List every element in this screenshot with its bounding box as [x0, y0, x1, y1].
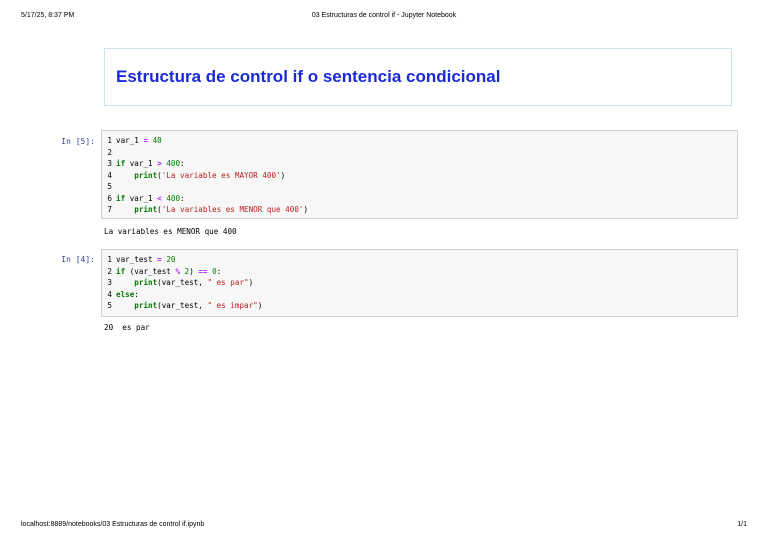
code-token: var_1: [125, 159, 158, 168]
code-line: 7 print('La variables es MENOR que 400'): [102, 204, 737, 216]
code-token: var_1: [125, 193, 158, 203]
line-number: 2: [107, 147, 112, 157]
code-token: 40: [152, 136, 162, 145]
code-line: 4 else:: [102, 289, 737, 301]
code-token: " es impar": [207, 301, 258, 310]
notebook-heading: Estructura de control if o sentencia con…: [116, 67, 501, 86]
code-token: 400: [166, 159, 181, 168]
code-cell[interactable]: 1 var_1 = 40 2 3 if var_1 > 400: 4 print('La …: [101, 130, 738, 219]
code-token: ): [189, 266, 199, 276]
code-token: if: [116, 266, 126, 276]
code-token: var_1: [116, 136, 144, 145]
line-number: 4: [107, 170, 112, 180]
code-token: if: [116, 193, 126, 203]
code-token: ): [280, 170, 286, 180]
code-token: ): [257, 301, 263, 310]
code-token: if: [116, 159, 126, 168]
line-number: 6: [107, 193, 112, 203]
code-token: :: [134, 289, 139, 299]
print-footer-page-number: 1/1: [737, 521, 747, 528]
code-line: 1 var_test = 20: [102, 254, 737, 266]
cell-output: La variables es MENOR que 400: [104, 227, 237, 236]
code-token: ): [248, 278, 254, 287]
code-token: print: [134, 205, 158, 214]
code-token: ): [303, 205, 309, 214]
cell-output: 20 es par: [104, 323, 150, 332]
line-number: 1: [107, 255, 112, 264]
print-footer-url: localhost:8889/notebooks/03 Estructuras …: [21, 521, 205, 528]
code-token: :: [180, 193, 185, 203]
code-token: 400: [166, 193, 181, 203]
code-token: var_test: [116, 255, 158, 264]
code-token: print: [134, 170, 158, 180]
code-token: (var_test,: [157, 301, 208, 310]
line-number: 2: [107, 266, 112, 276]
code-line: 2: [102, 147, 737, 159]
code-line: 6 if var_1 < 400:: [102, 193, 737, 205]
code-line: 2 if (var_test % 2) == 0:: [102, 266, 737, 278]
line-number: 5: [107, 182, 112, 191]
code-token: (var_test: [125, 266, 176, 276]
code-line: 3 if var_1 > 400:: [102, 158, 737, 170]
code-token: :: [216, 266, 222, 276]
code-line: 5 print(var_test, " es impar"): [102, 300, 737, 312]
code-token: (var_test,: [157, 278, 208, 287]
line-number: 1: [107, 136, 112, 145]
code-token: 20: [166, 255, 176, 264]
cell-prompt: In [4]:: [61, 255, 95, 264]
code-line: 5: [102, 181, 737, 193]
line-number: 5: [107, 301, 112, 310]
code-cell[interactable]: 1 var_test = 20 2 if (var_test % 2) == 0: 3 …: [101, 249, 738, 317]
code-line: 3 print(var_test, " es par"): [102, 277, 737, 289]
line-number: 3: [107, 159, 112, 168]
line-number: 3: [107, 278, 112, 287]
code-line: 1 var_1 = 40: [102, 135, 737, 147]
code-token: " es par": [207, 278, 249, 287]
code-token: print: [134, 301, 158, 310]
markdown-cell[interactable]: Estructura de control if o sentencia con…: [104, 48, 732, 106]
code-token: 'La variable es MAYOR 400': [161, 170, 281, 180]
print-header-title: 03 Estructuras de control if - Jupyter N…: [311, 12, 457, 19]
code-token: ==: [198, 266, 208, 276]
code-token: print: [134, 278, 158, 287]
line-number: 7: [107, 205, 112, 214]
code-token: 'La variables es MENOR que 400': [161, 205, 304, 214]
line-number: 4: [107, 289, 112, 299]
cell-prompt: In [5]:: [61, 137, 95, 146]
code-token: else: [116, 289, 135, 299]
code-token: :: [180, 159, 185, 168]
code-line: 4 print('La variable es MAYOR 400'): [102, 170, 737, 182]
